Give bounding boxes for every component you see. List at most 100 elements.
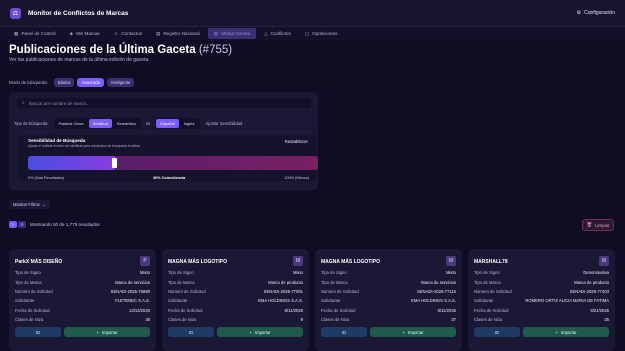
grid-view-button[interactable]: ☷ <box>9 221 17 228</box>
import-button[interactable]: + Importar <box>370 327 456 337</box>
field-label: Tipo de Marca <box>15 280 42 285</box>
trademark-card[interactable]: MARSHALL78 M Tipo de Signo Denominativa T… <box>468 249 615 351</box>
field-label: Fecha de Solicitud <box>321 308 356 313</box>
card-field: Tipo de Signo Mixto <box>15 270 150 275</box>
card-field: Número de Solicitud SENADI-2025-77081 <box>168 289 303 294</box>
page-title: Publicaciones de la Última Gaceta (#755) <box>9 44 616 56</box>
trademark-card[interactable]: MAGNA MÁS LOGOTIPO M Tipo de Signo Mixto … <box>315 249 462 351</box>
card-field: Tipo de Signo Mixto <box>168 270 303 275</box>
field-value: 8/11/2025 <box>284 308 303 313</box>
field-label: Tipo de Signo <box>321 270 347 275</box>
card-badge: P <box>140 256 150 266</box>
field-value: SENADI-2025-76880 <box>110 289 150 294</box>
field-value: Marca de producto <box>574 280 609 285</box>
slider-current-label: 30% Coincidencia <box>153 176 186 180</box>
id-label: ID <box>188 329 194 335</box>
clear-button[interactable]: 🗑 Limpiar <box>582 219 614 231</box>
type-semantic-button[interactable]: Semántica <box>113 119 140 128</box>
view-id-button[interactable]: ID <box>168 327 214 337</box>
trademark-card[interactable]: MAGNA MÁS LOGOTIPO M Tipo de Signo Mixto … <box>162 249 309 351</box>
sensitivity-slider[interactable] <box>28 156 318 170</box>
card-field: Fecha de Solicitud 8/11/2025 <box>168 308 303 313</box>
language-spanish-button[interactable]: Español <box>156 119 179 128</box>
mode-basic-button[interactable]: Básica <box>53 78 75 87</box>
field-label: Fecha de Solicitud <box>168 308 203 313</box>
field-label: Solicitante <box>168 298 188 303</box>
card-field: Clases de Niza 37 <box>321 317 456 322</box>
field-value: FLETENEC S.A.S. <box>115 298 150 303</box>
newspaper-icon: ▥ <box>213 30 218 36</box>
view-id-button[interactable]: ID <box>15 327 61 337</box>
card-field: Tipo de Signo Mixto <box>321 270 456 275</box>
trademark-card[interactable]: ParkX MÁS DISEÑO P Tipo de Signo Mixto Ti… <box>9 249 156 351</box>
field-label: Fecha de Solicitud <box>474 308 509 313</box>
field-value: 8/11/2025 <box>437 308 456 313</box>
list-view-button[interactable]: ☰ <box>18 221 26 228</box>
plus-icon: + <box>96 329 99 335</box>
field-value: SENADI-2025-77081 <box>263 289 303 294</box>
adjust-sensitivity-button[interactable]: Ajustar Sensibilidad <box>206 121 243 126</box>
field-value: EMA HOLDINGS S.A.S. <box>258 298 303 303</box>
id-label: ID <box>341 329 347 335</box>
tab-mis-marcas[interactable]: ◈ Mis Marcas <box>64 28 106 39</box>
import-button[interactable]: + Importar <box>64 327 150 337</box>
slider-remaining <box>115 156 318 170</box>
show-filters-button[interactable]: Mostrar Filtros ⌄ <box>9 200 51 209</box>
view-id-button[interactable]: ID <box>321 327 367 337</box>
language-english-button[interactable]: Inglés <box>180 119 199 128</box>
tag-icon: ◈ <box>69 30 74 36</box>
card-field: Tipo de Marca Marca de servicios <box>15 280 150 285</box>
field-label: Tipo de Signo <box>168 270 194 275</box>
sensitivity-title: Sensibilidad de Búsqueda <box>28 138 86 143</box>
field-label: Número de Solicitud <box>15 289 53 294</box>
book-icon: ▤ <box>156 30 161 36</box>
import-label: Importar <box>254 329 271 335</box>
tab-panel-de-control[interactable]: ▦ Panel de Control <box>8 28 62 39</box>
card-title: MARSHALL78 <box>474 259 508 265</box>
field-label: Clases de Niza <box>168 317 197 322</box>
tab-conflictos[interactable]: △ Conflictos <box>258 28 297 39</box>
card-title: MAGNA MÁS LOGOTIPO <box>168 259 227 265</box>
results-row: ☷ ☰ Mostrando 50 de 1,779 resultados <box>9 221 100 228</box>
field-label: Clases de Niza <box>15 317 44 322</box>
card-badge: M <box>446 256 456 266</box>
field-label: Tipo de Marca <box>321 280 348 285</box>
tab-ultima-gaceta[interactable]: ▥ Última Gaceta <box>207 28 257 39</box>
field-label: Número de Solicitud <box>168 289 206 294</box>
type-similarity-button[interactable]: Similitud <box>88 119 112 128</box>
page-subtitle: Ver las publicaciones de marcas de la úl… <box>9 57 149 63</box>
field-value: 25 <box>604 317 609 322</box>
card-field: Tipo de Marca Marca de servicios <box>321 280 456 285</box>
tab-registro-nacional[interactable]: ▤ Registro Nacional <box>150 28 206 39</box>
view-toggle: ☷ ☰ <box>9 221 26 228</box>
id-label: ID <box>35 329 41 335</box>
slider-fill <box>28 156 115 170</box>
tab-contactos[interactable]: ☺ Contactos <box>108 28 148 39</box>
field-value: Marca de producto <box>268 280 303 285</box>
import-button[interactable]: + Importar <box>217 327 303 337</box>
reset-button[interactable]: Restablecer <box>285 139 308 144</box>
import-button[interactable]: + Importar <box>523 327 609 337</box>
search-type-row: Tipo de búsqueda: Palabra Clave Similitu… <box>14 118 242 129</box>
import-label: Importar <box>560 329 577 335</box>
results-count: Mostrando 50 de 1,779 resultados <box>30 222 100 227</box>
field-label: Fecha de Solicitud <box>15 308 50 313</box>
tab-label: Contactos <box>121 31 142 36</box>
mode-smart-button[interactable]: Inteligente <box>106 78 135 87</box>
language-selector: Español Inglés <box>155 118 200 129</box>
settings-button[interactable]: ⚙ Configuración <box>577 10 615 16</box>
search-input[interactable] <box>28 100 279 106</box>
plus-icon: + <box>555 329 558 335</box>
card-field: Fecha de Solicitud 13/13/2025 <box>15 308 150 313</box>
mode-advanced-button[interactable]: Avanzada <box>77 78 104 87</box>
import-label: Importar <box>101 329 118 335</box>
view-id-button[interactable]: ID <box>474 327 520 337</box>
card-field: Fecha de Solicitud 9/21/2025 <box>474 308 609 313</box>
field-value: Denominativa <box>583 270 609 275</box>
field-value: EMA HOLDINGS S.A.S. <box>411 298 456 303</box>
slider-thumb[interactable] <box>112 158 117 168</box>
card-field: Clases de Niza 9 <box>168 317 303 322</box>
tab-oposiciones[interactable]: ▢ Oposiciones <box>299 28 344 39</box>
field-label: Tipo de Signo <box>15 270 41 275</box>
type-keyword-button[interactable]: Palabra Clave <box>55 119 88 128</box>
